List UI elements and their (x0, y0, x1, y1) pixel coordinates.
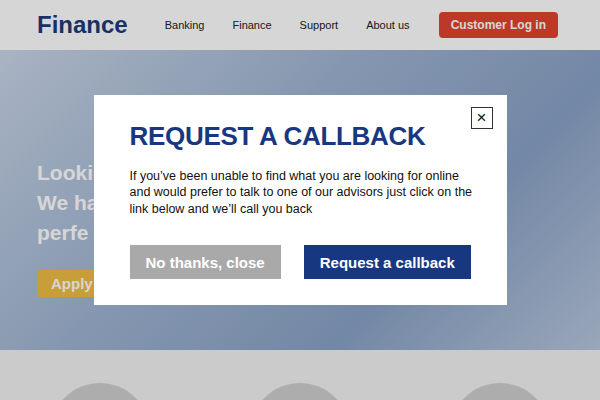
callback-dialog: ×REQUEST A CALLBACK If you’ve been unable… (94, 95, 507, 306)
overlay[interactable]: ×REQUEST A CALLBACK If you’ve been unable… (0, 0, 600, 400)
page: FinanceBankingFinanceSupportAbout usCust… (0, 0, 600, 400)
close-button[interactable]: × (471, 107, 493, 129)
request-button[interactable]: Request a callback (304, 245, 471, 279)
dialog-title: REQUEST A CALLBACK (130, 121, 477, 152)
dialog-body: If you’ve been unable to find what you a… (130, 168, 477, 218)
button-row: No thanks, close Request a callback (130, 245, 477, 279)
close-dialog-button[interactable]: No thanks, close (130, 245, 281, 279)
